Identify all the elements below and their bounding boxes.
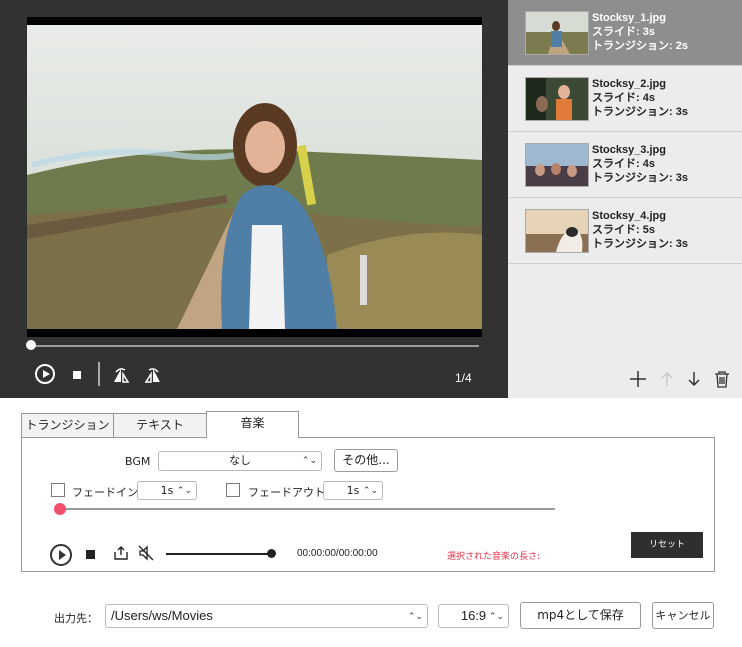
rotate-left-icon[interactable] (112, 366, 130, 384)
slide-info: Stocksy_4.jpg スライド: 5s トランジション: 3s (592, 209, 688, 251)
divider (98, 362, 100, 386)
fade-out-select[interactable]: 1s ⌃⌄ (323, 481, 383, 500)
add-icon[interactable] (629, 370, 647, 388)
music-progress-bar[interactable] (166, 553, 272, 555)
slide-thumbnail (525, 209, 589, 253)
slide-item[interactable]: Stocksy_2.jpg スライド: 4s トランジション: 3s (508, 66, 742, 132)
slide-list: Stocksy_1.jpg スライド: 3s トランジション: 2s Stock… (508, 0, 742, 398)
seek-bar[interactable] (31, 345, 479, 347)
aspect-value: 16:9 (460, 608, 487, 623)
output-path-value: /Users/ws/Movies (111, 608, 213, 623)
slide-info: Stocksy_3.jpg スライド: 4s トランジション: 3s (592, 143, 688, 185)
fade-out-checkbox[interactable] (226, 483, 240, 497)
trash-icon[interactable] (713, 370, 731, 388)
stop-button[interactable] (73, 371, 81, 379)
slide-info: Stocksy_1.jpg スライド: 3s トランジション: 2s (592, 11, 688, 53)
music-progress-handle[interactable] (267, 549, 276, 558)
slide-thumbnail (525, 11, 589, 55)
fade-out-label: フェードアウト (248, 486, 325, 499)
slide-duration: スライド: 4s (592, 92, 655, 104)
slide-item[interactable]: Stocksy_3.jpg スライド: 4s トランジション: 3s (508, 132, 742, 198)
music-stop-button[interactable] (86, 550, 95, 559)
slide-transition: トランジション: 3s (592, 172, 688, 184)
fade-range-track[interactable] (60, 508, 555, 510)
bgm-select[interactable]: なし ⌃⌄ (158, 451, 322, 471)
reset-button[interactable]: リセット (631, 532, 703, 558)
arrow-up-icon[interactable] (658, 370, 676, 388)
fade-range-handle[interactable] (54, 503, 66, 515)
play-button[interactable] (35, 364, 55, 384)
slide-duration: スライド: 4s (592, 158, 655, 170)
fade-in-label: フェードイン (72, 486, 138, 499)
slide-thumbnail (525, 77, 589, 121)
chevron-updown-icon: ⌃⌄ (488, 611, 504, 621)
slide-transition: トランジション: 3s (592, 238, 688, 250)
slide-item[interactable]: Stocksy_4.jpg スライド: 5s トランジション: 3s (508, 198, 742, 264)
cancel-button[interactable]: キャンセル (652, 602, 714, 629)
fade-in-checkbox[interactable] (51, 483, 65, 497)
output-path-select[interactable]: /Users/ws/Movies ⌃⌄ (105, 604, 428, 628)
fade-in-select[interactable]: 1s ⌃⌄ (137, 481, 197, 500)
slide-filename: Stocksy_1.jpg (592, 12, 666, 24)
slide-item[interactable]: Stocksy_1.jpg スライド: 3s トランジション: 2s (508, 0, 742, 66)
rotate-right-icon[interactable] (144, 366, 162, 384)
tab-transition[interactable]: トランジション (21, 413, 114, 437)
slide-transition: トランジション: 2s (592, 40, 688, 52)
slide-filename: Stocksy_2.jpg (592, 78, 666, 90)
bgm-label: BGM (125, 455, 151, 468)
bgm-select-value: なし (229, 454, 251, 467)
mute-icon[interactable] (138, 545, 154, 561)
slide-transition: トランジション: 3s (592, 106, 688, 118)
tab-text[interactable]: テキスト (113, 413, 207, 437)
fade-in-value: 1s (160, 484, 174, 497)
page-indicator: 1/4 (455, 371, 472, 385)
export-icon[interactable] (113, 545, 129, 561)
fade-out-value: 1s (346, 484, 360, 497)
slide-thumbnail (525, 143, 589, 187)
aspect-select[interactable]: 16:9 ⌃⌄ (438, 604, 509, 628)
slide-filename: Stocksy_3.jpg (592, 144, 666, 156)
music-time: 00:00:00/00:00:00 (297, 548, 378, 559)
slide-info: Stocksy_2.jpg スライド: 4s トランジション: 3s (592, 77, 688, 119)
other-button[interactable]: その他... (334, 449, 398, 472)
arrow-down-icon[interactable] (685, 370, 703, 388)
chevron-updown-icon: ⌃⌄ (362, 486, 378, 496)
music-play-button[interactable] (50, 544, 72, 566)
music-length-label: 選択された音楽の長さ: (447, 552, 541, 562)
seek-handle[interactable] (26, 340, 36, 350)
preview-image (27, 25, 482, 329)
video-preview-panel: 1/4 (0, 0, 508, 398)
chevron-updown-icon: ⌃⌄ (407, 611, 423, 621)
slide-toolbar (508, 360, 742, 398)
tab-music[interactable]: 音楽 (206, 411, 299, 438)
chevron-updown-icon: ⌃⌄ (301, 456, 317, 466)
output-label: 出力先： (54, 612, 98, 625)
video-preview (27, 17, 482, 337)
slide-duration: スライド: 5s (592, 224, 655, 236)
chevron-updown-icon: ⌃⌄ (176, 486, 192, 496)
save-mp4-button[interactable]: mp4として保存 (520, 602, 641, 629)
slide-duration: スライド: 3s (592, 26, 655, 38)
slide-filename: Stocksy_4.jpg (592, 210, 666, 222)
